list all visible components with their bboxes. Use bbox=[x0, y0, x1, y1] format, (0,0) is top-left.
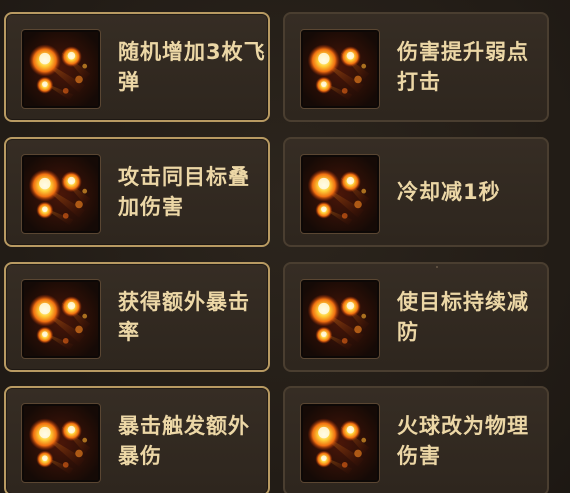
skill-card-label: 冷却减1秒 bbox=[397, 180, 501, 204]
fireball-icon bbox=[301, 404, 379, 482]
background-speck bbox=[436, 266, 438, 268]
skill-card-6[interactable]: 使目标持续减防 bbox=[283, 262, 549, 372]
fireball-icon bbox=[22, 155, 100, 233]
skill-card-label: 随机增加3枚飞弹 bbox=[118, 40, 266, 94]
fireball-icon bbox=[22, 280, 100, 358]
skill-card-8[interactable]: 火球改为物理伤害 bbox=[283, 386, 549, 493]
fireball-icon bbox=[301, 30, 379, 108]
skill-card-label: 伤害提升弱点打击 bbox=[397, 40, 529, 94]
fireball-icon bbox=[301, 155, 379, 233]
skill-selection-panel: 随机增加3枚飞弹 伤害提升弱点打击 攻击同目标叠加伤害 冷却减1秒 获得额外暴击… bbox=[0, 0, 570, 493]
skill-card-label: 火球改为物理伤害 bbox=[397, 414, 529, 468]
skill-card-1[interactable]: 随机增加3枚飞弹 bbox=[4, 12, 270, 122]
skill-card-7[interactable]: 暴击触发额外暴伤 bbox=[4, 386, 270, 493]
skill-card-label: 获得额外暴击率 bbox=[118, 290, 250, 344]
fireball-icon bbox=[22, 30, 100, 108]
skill-card-3[interactable]: 攻击同目标叠加伤害 bbox=[4, 137, 270, 247]
skill-card-5[interactable]: 获得额外暴击率 bbox=[4, 262, 270, 372]
fireball-icon bbox=[22, 404, 100, 482]
skill-card-label: 暴击触发额外暴伤 bbox=[118, 414, 250, 468]
skill-card-4[interactable]: 冷却减1秒 bbox=[283, 137, 549, 247]
skill-card-label: 使目标持续减防 bbox=[397, 290, 529, 344]
fireball-icon bbox=[301, 280, 379, 358]
skill-card-2[interactable]: 伤害提升弱点打击 bbox=[283, 12, 549, 122]
skill-card-label: 攻击同目标叠加伤害 bbox=[118, 165, 250, 219]
